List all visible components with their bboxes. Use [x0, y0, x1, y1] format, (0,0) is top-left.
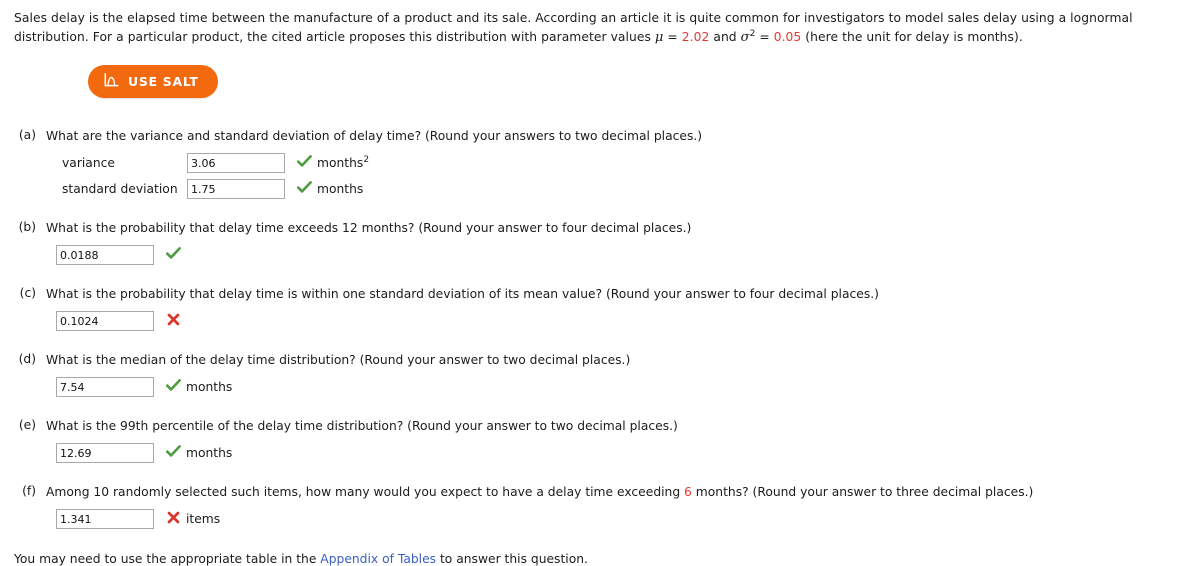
- question-page: Sales delay is the elapsed time between …: [0, 0, 1200, 566]
- conjunction-and: and: [709, 30, 741, 44]
- answer-row-d: months: [56, 376, 1186, 398]
- question-c: (c) What is the probability that delay t…: [14, 286, 1186, 332]
- variance-correct-icon: [291, 155, 317, 171]
- use-salt-label: USE SALT: [128, 74, 199, 89]
- answer-row-standard-deviation: standard deviation months: [62, 178, 1186, 200]
- question-f-incorrect-icon: [160, 511, 186, 527]
- question-f-header: (f) Among 10 randomly selected such item…: [14, 484, 1186, 501]
- question-c-answers: [14, 310, 1186, 332]
- question-f-answers: items: [14, 508, 1186, 530]
- question-a-label: (a): [18, 128, 36, 142]
- equals-sign-2: =: [755, 30, 774, 44]
- question-d-correct-icon: [160, 379, 186, 395]
- question-d-label: (d): [18, 352, 36, 366]
- question-e-correct-icon: [160, 445, 186, 461]
- answer-row-b: [56, 244, 1186, 266]
- question-c-text: What is the probability that delay time …: [46, 287, 879, 301]
- percentile-99-unit: months: [186, 446, 233, 460]
- question-b-answers: [14, 244, 1186, 266]
- probability-within-one-sd-input[interactable]: [56, 311, 154, 331]
- question-f-label: (f): [22, 484, 36, 498]
- variance-input[interactable]: [187, 153, 285, 173]
- sigma-symbol: σ: [740, 30, 750, 45]
- answer-row-variance: variance months2: [62, 152, 1186, 174]
- question-e-label: (e): [18, 418, 36, 432]
- question-f-text-after: months? (Round your answer to three deci…: [691, 485, 1034, 499]
- question-b: (b) What is the probability that delay t…: [14, 220, 1186, 266]
- expected-items-input[interactable]: [56, 509, 154, 529]
- variance-unit-exponent: 2: [363, 154, 370, 165]
- question-e: (e) What is the 99th percentile of the d…: [14, 418, 1186, 464]
- mu-value: 2.02: [681, 30, 710, 44]
- answer-row-c: [56, 310, 1186, 332]
- question-c-label: (c): [19, 286, 36, 300]
- equals-sign-1: =: [663, 30, 682, 44]
- question-b-text: What is the probability that delay time …: [46, 221, 692, 235]
- question-d-text: What is the median of the delay time dis…: [46, 353, 631, 367]
- standard-deviation-input[interactable]: [187, 179, 285, 199]
- standard-deviation-label: standard deviation: [62, 182, 178, 196]
- question-d: (d) What is the median of the delay time…: [14, 352, 1186, 398]
- question-e-header: (e) What is the 99th percentile of the d…: [14, 418, 1186, 435]
- distribution-chart-icon: [104, 73, 119, 90]
- question-d-answers: months: [14, 376, 1186, 398]
- question-e-text: What is the 99th percentile of the delay…: [46, 419, 678, 433]
- answer-row-e: months: [56, 442, 1186, 464]
- question-a-answers: variance months2 standard deviation mo: [14, 152, 1186, 200]
- question-b-label: (b): [18, 220, 36, 234]
- median-input[interactable]: [56, 377, 154, 397]
- standard-deviation-correct-icon: [291, 181, 317, 197]
- salt-button-container: USE SALT: [14, 65, 1186, 98]
- appendix-note: You may need to use the appropriate tabl…: [14, 552, 1186, 566]
- question-c-incorrect-icon: [160, 313, 186, 329]
- question-f-text-before: Among 10 randomly selected such items, h…: [46, 485, 685, 499]
- question-a: (a) What are the variance and standard d…: [14, 128, 1186, 200]
- question-a-header: (a) What are the variance and standard d…: [14, 128, 1186, 145]
- question-e-answers: months: [14, 442, 1186, 464]
- standard-deviation-unit: months: [317, 182, 364, 196]
- question-b-correct-icon: [160, 247, 186, 263]
- question-f-highlight-value: 6: [684, 485, 692, 499]
- problem-statement: Sales delay is the elapsed time between …: [14, 9, 1174, 47]
- median-unit: months: [186, 380, 233, 394]
- question-c-header: (c) What is the probability that delay t…: [14, 286, 1186, 303]
- appendix-note-after: to answer this question.: [436, 552, 588, 566]
- expected-items-unit: items: [186, 512, 221, 526]
- question-d-header: (d) What is the median of the delay time…: [14, 352, 1186, 369]
- answer-row-f: items: [56, 508, 1186, 530]
- appendix-note-before: You may need to use the appropriate tabl…: [14, 552, 321, 566]
- intro-text-part2: (here the unit for delay is months).: [801, 30, 1023, 44]
- appendix-of-tables-link[interactable]: Appendix of Tables: [320, 552, 436, 566]
- use-salt-button[interactable]: USE SALT: [88, 65, 218, 98]
- probability-exceeds-12-input[interactable]: [56, 245, 154, 265]
- question-f-text: Among 10 randomly selected such items, h…: [46, 484, 1033, 501]
- percentile-99-input[interactable]: [56, 443, 154, 463]
- variance-unit: months2: [317, 154, 370, 170]
- sigma-squared-value: 0.05: [773, 30, 802, 44]
- variance-label: variance: [62, 156, 115, 170]
- question-f: (f) Among 10 randomly selected such item…: [14, 484, 1186, 530]
- question-b-header: (b) What is the probability that delay t…: [14, 220, 1186, 237]
- question-a-text: What are the variance and standard devia…: [46, 129, 703, 143]
